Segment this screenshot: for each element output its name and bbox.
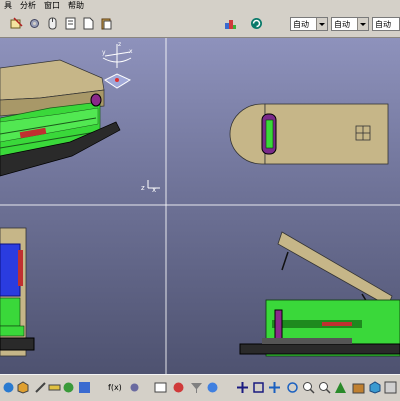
shading-icon[interactable] [368,381,381,394]
combo-2[interactable]: 自动 [331,17,369,31]
sphere-icon[interactable] [206,381,219,394]
svg-text:x: x [152,186,156,194]
refresh-icon[interactable] [250,17,263,30]
gear-icon[interactable] [28,17,41,30]
svg-text:x: x [129,48,133,55]
3d-viewport[interactable]: z x y x z [0,38,400,374]
menu-window[interactable]: 窗口 [40,0,64,12]
svg-text:y: y [102,49,106,56]
axis-triad-icon: x z [141,180,160,194]
cube-icon[interactable] [16,381,29,394]
mouse-icon[interactable] [46,17,59,30]
measure-icon[interactable] [48,381,61,394]
bottom-toolbar: f(x) [0,374,400,401]
pan-icon[interactable] [268,381,281,394]
combo-1[interactable]: 自动 [290,17,328,31]
side-view-model [239,231,400,357]
tree-icon[interactable] [78,381,91,394]
filter-icon[interactable] [190,381,203,394]
views-icon[interactable] [352,381,365,394]
zoom-in-icon[interactable] [302,381,315,394]
top-view-model [229,103,389,165]
paste-icon[interactable] [100,17,113,30]
sketch-icon[interactable] [34,381,47,394]
svg-text:z: z [118,41,121,48]
render-icon[interactable] [172,381,185,394]
hide-icon[interactable] [384,381,397,394]
fit-icon[interactable] [252,381,265,394]
menu-help[interactable]: 帮助 [64,0,88,12]
sketch-icon[interactable] [10,17,23,30]
table-icon[interactable] [154,381,167,394]
grid-icon[interactable] [62,381,75,394]
tree2-icon[interactable] [128,381,141,394]
rotate3d-icon[interactable] [286,381,299,394]
top-toolbar: 自动 自动 自动 [0,12,400,38]
iso-view-model [0,59,121,177]
front-view-model [0,227,35,357]
zoom-out-icon[interactable] [318,381,331,394]
combo-3[interactable]: 自动 [372,17,400,31]
menu-tools[interactable]: 具 [0,0,16,12]
new-icon[interactable] [82,17,95,30]
menu-analysis[interactable]: 分析 [16,0,40,12]
move-icon[interactable] [236,381,249,394]
select-icon[interactable] [2,381,15,394]
chevron-down-icon[interactable] [357,18,368,30]
formula-label[interactable]: f(x) [108,383,122,392]
compass-icon: z x y [102,41,133,89]
normal-view-icon[interactable] [334,381,347,394]
chevron-down-icon[interactable] [316,18,327,30]
model-views: z x y x z [0,38,400,374]
analysis-icon[interactable] [224,17,237,30]
doc-icon[interactable] [64,17,77,30]
svg-text:z: z [141,184,145,192]
